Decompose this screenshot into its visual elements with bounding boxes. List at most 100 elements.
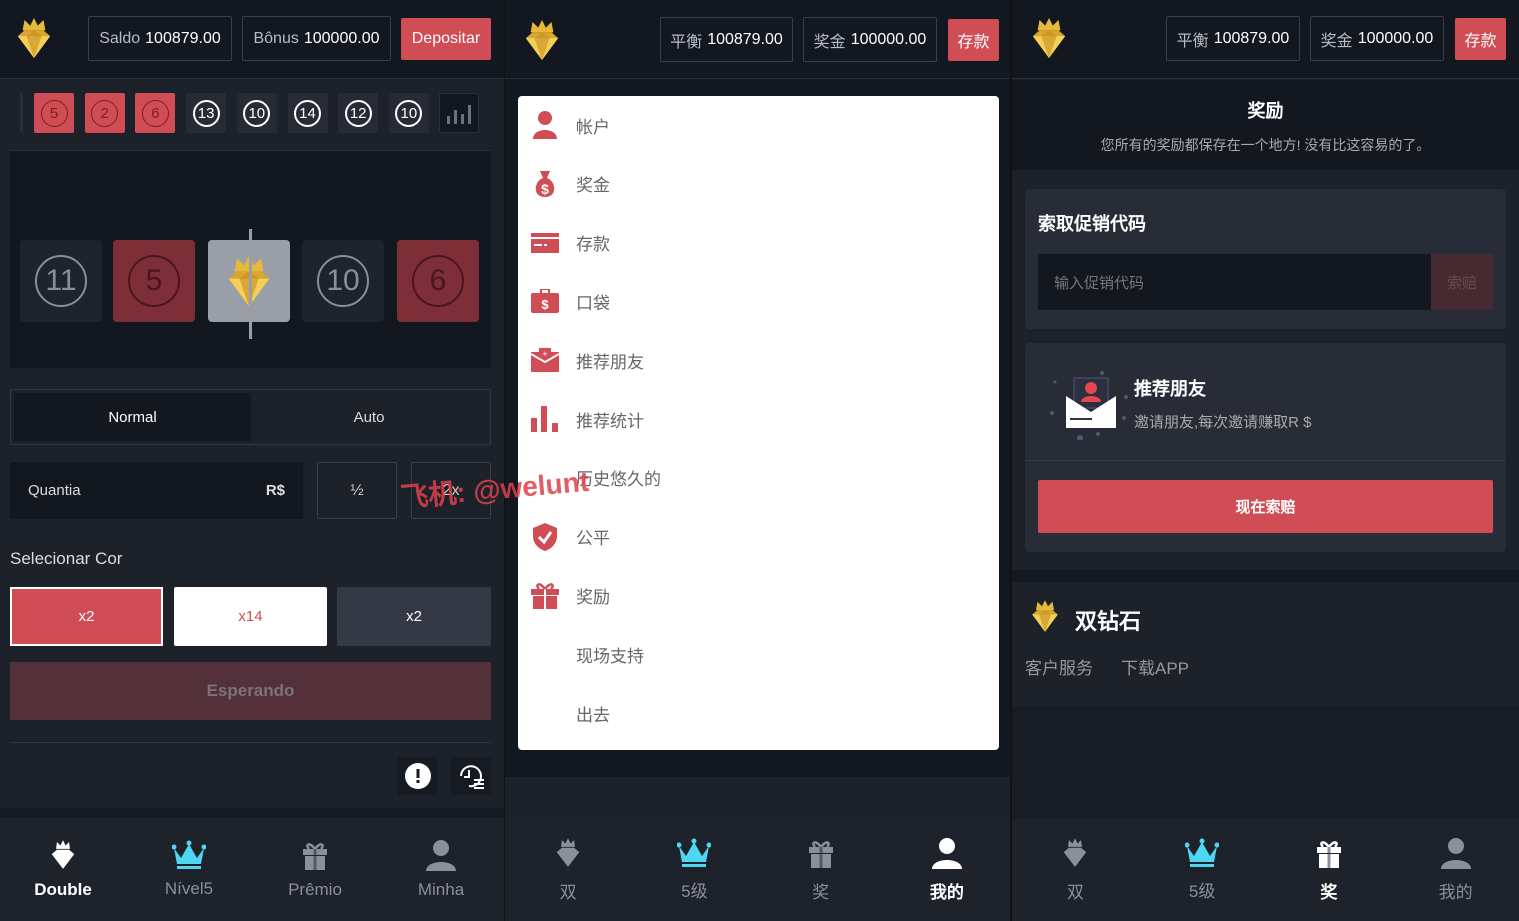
color-red-button[interactable]: x2 (10, 587, 163, 646)
gift-icon (805, 837, 837, 874)
header: 平衡 100879.00 奖金 100000.00 存款 (1012, 0, 1519, 79)
bonus-value: 100000.00 (1357, 29, 1434, 47)
nav-label: 我的 (929, 882, 964, 902)
deposit-button[interactable]: Depositar (401, 18, 491, 60)
nav-item[interactable]: Prêmio (252, 818, 378, 921)
menu-item[interactable]: 公平 (530, 517, 610, 557)
divider (0, 808, 504, 818)
select-color-label: Selecionar Cor (10, 549, 123, 568)
nav-item[interactable]: 5级 (1139, 818, 1266, 921)
menu-item[interactable]: 现场支持 (530, 634, 644, 674)
bonus-label: 奖金 (813, 33, 846, 51)
menu-item[interactable]: 帐户 (530, 105, 610, 145)
menu-item[interactable]: 奖励 (530, 575, 610, 615)
menu-item[interactable]: 出去 (530, 693, 610, 733)
amount-input[interactable]: Quantia R$ (10, 462, 303, 519)
balance-display: 平衡 100879.00 (1166, 16, 1300, 61)
nav-label: 我的 (1438, 882, 1473, 902)
nav-item[interactable]: Minha (378, 818, 504, 921)
claim-now-button[interactable]: 现在索赔 (1038, 480, 1493, 533)
crown-icon (172, 840, 206, 875)
nav-item[interactable]: 奖 (1266, 818, 1393, 921)
promo-code-input[interactable]: 输入促销代码 (1038, 254, 1431, 310)
bonus-display: 奖金 100000.00 (803, 17, 937, 62)
number-circle: 10 (243, 99, 271, 127)
nav-item[interactable]: Nível5 (126, 818, 252, 921)
nav-label: Nível5 (164, 879, 214, 898)
menu-item-label: 口袋 (576, 293, 610, 313)
diamond-crown-icon (1062, 837, 1088, 874)
bottom-nav: 双 5级 奖 我的 (505, 818, 1010, 921)
divider (10, 742, 491, 743)
envelope-invite-icon (1050, 371, 1128, 440)
wallet-icon: $ (530, 289, 560, 314)
menu-item[interactable]: $ 奖金 (530, 164, 610, 204)
download-app-link[interactable]: 下载APP (1121, 654, 1189, 679)
logo-icon[interactable] (523, 18, 561, 62)
color-white-button[interactable]: x14 (174, 587, 327, 646)
tab-normal[interactable]: Normal (14, 393, 251, 441)
nav-item[interactable]: 双 (1012, 818, 1139, 921)
amount-placeholder: Quantia (28, 482, 81, 499)
nav-item[interactable]: 奖 (758, 818, 884, 921)
half-button[interactable]: ½ (317, 462, 397, 519)
bottom-nav: 双 5级 奖 我的 (1012, 818, 1519, 921)
nav-item[interactable]: 我的 (1392, 818, 1519, 921)
panel-bg (505, 777, 1010, 818)
user-menu: 帐户 $ 奖金 存款 $ 口袋 + 推荐朋友 推荐统计 历史悠久的 公平 奖励 现场支持 出去 (518, 96, 999, 750)
number-circle: 6 (412, 255, 464, 307)
number-circle: 10 (317, 255, 369, 307)
gift-icon (530, 581, 560, 610)
nav-item[interactable]: 双 (505, 818, 631, 921)
stats-button[interactable] (439, 93, 479, 133)
bar-chart-icon (447, 105, 471, 124)
bar-chart-icon (530, 406, 560, 432)
logo-icon[interactable] (1030, 16, 1068, 60)
nav-label: Minha (417, 880, 465, 899)
bottom-nav: Double Nível5 Prêmio Minha (0, 818, 504, 921)
history-item: 13 (186, 93, 227, 133)
nav-item[interactable]: 我的 (884, 818, 1010, 921)
history-item: 2 (84, 93, 125, 133)
logo-icon[interactable] (15, 16, 53, 60)
nav-label: 5级 (1188, 881, 1216, 901)
bonus-value: 100000.00 (303, 29, 380, 47)
number-circle: 13 (192, 99, 220, 127)
menu-item-label: 存款 (576, 235, 610, 255)
nav-item[interactable]: Double (0, 818, 126, 921)
crown-icon (1185, 838, 1219, 873)
color-black-button[interactable]: x2 (337, 587, 491, 646)
menu-item[interactable]: 推荐统计 (530, 399, 644, 439)
nav-label: Double (34, 880, 92, 899)
tab-auto[interactable]: Auto (251, 393, 487, 441)
history-item: 10 (236, 93, 277, 133)
roulette-tile: 6 (397, 240, 479, 322)
menu-item[interactable]: $ 口袋 (530, 281, 610, 321)
number-circle: 12 (344, 99, 372, 127)
envelope-icon: + (530, 348, 560, 373)
double-game-panel: Saldo 100879.00 Bônus 100000.00 Depositar … (0, 0, 504, 921)
info-button[interactable] (398, 757, 437, 795)
promo-title: 索取促销代码 (1038, 214, 1146, 234)
history-button[interactable] (451, 757, 491, 795)
nav-item[interactable]: 5级 (631, 818, 757, 921)
roulette-tile: 5 (113, 240, 195, 322)
claim-code-button[interactable]: 索赔 (1431, 254, 1493, 310)
header: 平衡 100879.00 奖金 100000.00 存款 (505, 0, 1010, 79)
mode-tabs: Normal Auto (10, 389, 491, 445)
customer-service-link[interactable]: 客户服务 (1025, 654, 1093, 679)
menu-item-label: 帐户 (576, 117, 610, 137)
deposit-button[interactable]: 存款 (948, 19, 999, 61)
user-icon (530, 111, 560, 139)
number-circle: 5 (40, 99, 68, 127)
number-circle: 6 (141, 99, 169, 127)
divider (1025, 460, 1506, 461)
menu-item[interactable]: + 推荐朋友 (530, 340, 644, 380)
menu-item[interactable]: 存款 (530, 223, 610, 263)
balance-value: 100879.00 (145, 29, 221, 47)
diamond-crown-icon (50, 839, 76, 876)
waiting-button[interactable]: Esperando (10, 662, 491, 720)
deposit-button[interactable]: 存款 (1455, 18, 1506, 60)
balance-value: 100879.00 (707, 30, 783, 48)
page-title: 奖励 (1247, 101, 1284, 121)
